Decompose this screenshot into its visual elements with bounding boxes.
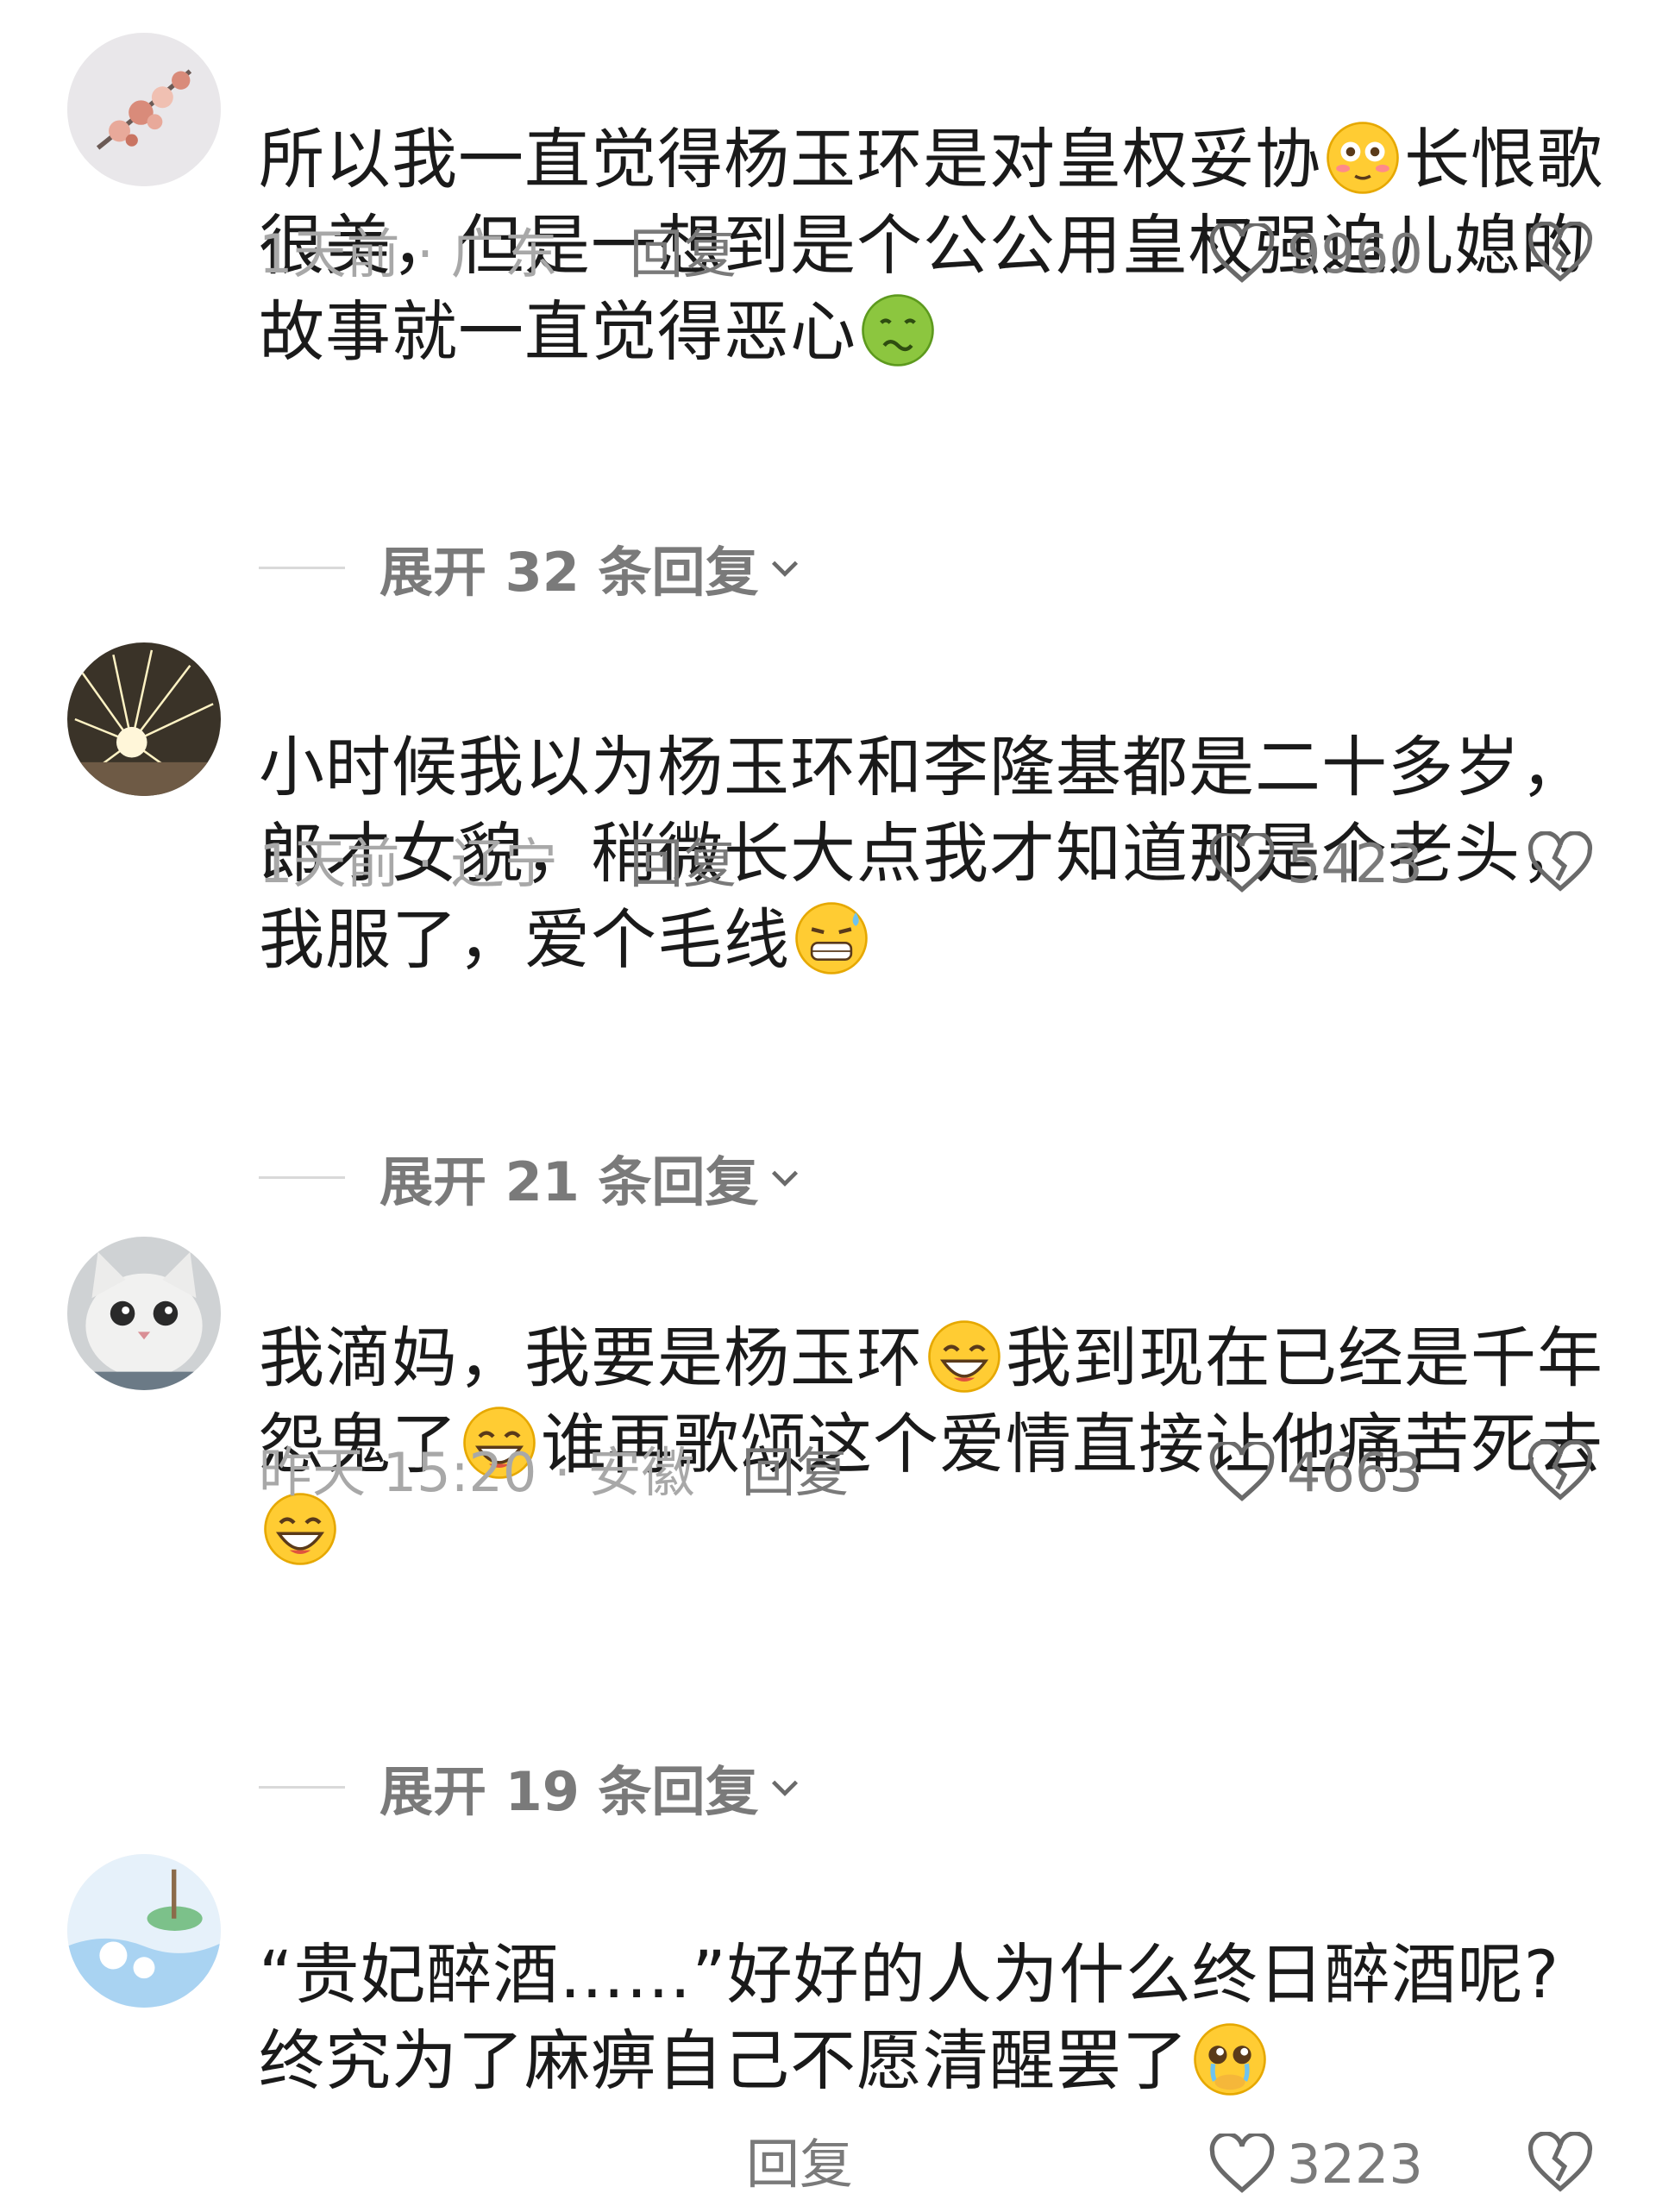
comment-meta: 昨天 15:20 · 安徽 回复 4663 bbox=[259, 1438, 1604, 1507]
timestamp-location: 昨天 15:20 · 安徽 bbox=[259, 1441, 695, 1504]
heart-icon bbox=[1209, 1442, 1275, 1501]
comment-text: “贵妃醉酒……”好好的人为什么终日醉酒呢?终究为了麻痹自己不愿清醒罢了 bbox=[259, 1936, 1560, 2099]
heart-icon bbox=[1209, 833, 1275, 893]
chevron-down-icon bbox=[772, 561, 799, 577]
heart-icon bbox=[1209, 2134, 1275, 2193]
reply-button[interactable]: 回复 bbox=[630, 220, 737, 289]
grinning-emoji-icon bbox=[926, 1319, 1002, 1394]
dislike-button[interactable] bbox=[1527, 221, 1594, 302]
timestamp-location: 1天前 · 广东 bbox=[259, 222, 558, 285]
chevron-down-icon bbox=[772, 1170, 799, 1187]
broken-heart-icon bbox=[1527, 830, 1593, 892]
dislike-button[interactable] bbox=[1527, 2131, 1594, 2212]
like-count: 9960 bbox=[1287, 222, 1423, 285]
broken-heart-icon bbox=[1527, 221, 1593, 282]
reply-button[interactable]: 回复 bbox=[630, 830, 737, 899]
dislike-button[interactable] bbox=[1527, 1439, 1594, 1520]
avatar[interactable] bbox=[67, 1854, 221, 2008]
like-count: 5423 bbox=[1287, 832, 1423, 895]
comment-meta: 回复 3223 bbox=[259, 2130, 1604, 2199]
like-button[interactable]: 5423 bbox=[1208, 830, 1423, 899]
comment-meta: 1天前 · 广东 回复 9960 bbox=[259, 220, 1604, 289]
like-button[interactable]: 9960 bbox=[1208, 220, 1423, 289]
divider-line bbox=[259, 566, 345, 569]
like-count: 4663 bbox=[1287, 1441, 1423, 1504]
avatar-cat-image bbox=[67, 1237, 221, 1390]
dislike-button[interactable] bbox=[1527, 830, 1594, 912]
reply-button[interactable]: 回复 bbox=[746, 2130, 853, 2199]
broken-heart-icon bbox=[1527, 2131, 1593, 2192]
chevron-down-icon bbox=[772, 1780, 799, 1796]
grimace-sweat-emoji-icon bbox=[794, 900, 869, 976]
avatar[interactable] bbox=[67, 33, 221, 186]
expand-replies-button[interactable]: 展开 19 条回复 bbox=[259, 1752, 805, 1823]
avatar-flower-image bbox=[67, 33, 221, 186]
broken-heart-icon bbox=[1527, 1439, 1593, 1501]
pleading-tears-emoji-icon bbox=[1192, 2021, 1268, 2097]
heart-icon bbox=[1209, 223, 1275, 283]
comment-meta: 1天前 · 辽宁 回复 5423 bbox=[259, 830, 1604, 899]
avatar-sparkler-image bbox=[67, 642, 221, 796]
avatar-cartoon-image bbox=[67, 1854, 221, 2008]
avatar[interactable] bbox=[67, 1237, 221, 1390]
like-count: 3223 bbox=[1287, 2133, 1423, 2196]
like-button[interactable]: 3223 bbox=[1208, 2130, 1423, 2199]
nauseated-emoji-icon bbox=[860, 292, 936, 368]
expand-replies-button[interactable]: 展开 32 条回复 bbox=[259, 533, 805, 604]
reply-button[interactable]: 回复 bbox=[742, 1438, 849, 1507]
flushed-emoji-icon bbox=[1325, 120, 1401, 196]
divider-line bbox=[259, 1785, 345, 1789]
avatar[interactable] bbox=[67, 642, 221, 796]
like-button[interactable]: 4663 bbox=[1208, 1438, 1423, 1507]
expand-replies-button[interactable]: 展开 21 条回复 bbox=[259, 1143, 805, 1213]
divider-line bbox=[259, 1175, 345, 1179]
timestamp-location: 1天前 · 辽宁 bbox=[259, 832, 558, 895]
